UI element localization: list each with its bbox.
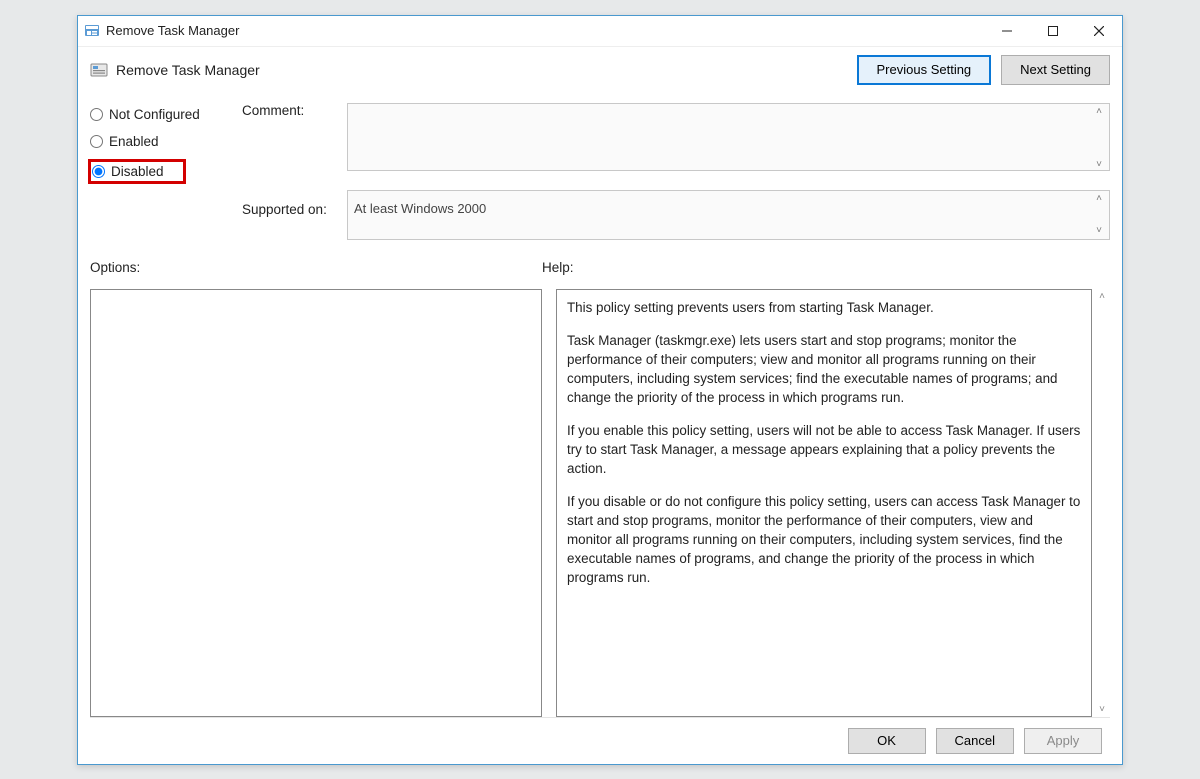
policy-icon	[90, 61, 108, 79]
supported-on-box: At least Windows 2000	[347, 190, 1110, 240]
help-paragraph: Task Manager (taskmgr.exe) lets users st…	[567, 331, 1081, 407]
dialog-footer: OK Cancel Apply	[90, 717, 1110, 764]
policy-name: Remove Task Manager	[116, 62, 260, 78]
state-radio-group: Not Configured Enabled Disabled	[90, 103, 220, 240]
ok-button[interactable]: OK	[848, 728, 926, 754]
radio-disabled-input[interactable]	[92, 165, 105, 178]
radio-enabled[interactable]: Enabled	[90, 134, 220, 149]
supported-scroll-up-icon[interactable]: ˄	[1090, 192, 1108, 206]
comment-textarea[interactable]	[347, 103, 1110, 171]
comment-scroll-down-icon[interactable]: ˅	[1090, 158, 1108, 172]
radio-not-configured-label: Not Configured	[109, 107, 200, 122]
maximize-button[interactable]	[1030, 16, 1076, 46]
comment-label: Comment:	[242, 103, 337, 118]
apply-button[interactable]: Apply	[1024, 728, 1102, 754]
help-paragraph: This policy setting prevents users from …	[567, 298, 1081, 317]
policy-editor-window: Remove Task Manager Remove Task Manager …	[77, 15, 1123, 765]
help-pane: This policy setting prevents users from …	[556, 289, 1092, 717]
radio-enabled-label: Enabled	[109, 134, 159, 149]
help-scroll-down-icon[interactable]: ˅	[1094, 704, 1110, 715]
help-scroll-up-icon[interactable]: ˄	[1094, 291, 1110, 302]
supported-on-value: At least Windows 2000	[354, 201, 486, 216]
help-paragraph: If you enable this policy setting, users…	[567, 421, 1081, 478]
options-section-label: Options:	[90, 260, 542, 275]
header-row: Remove Task Manager Previous Setting Nex…	[90, 55, 1110, 85]
help-paragraph: If you disable or do not configure this …	[567, 492, 1081, 587]
minimize-button[interactable]	[984, 16, 1030, 46]
radio-disabled-label: Disabled	[111, 164, 164, 179]
supported-label: Supported on:	[242, 190, 337, 217]
title-bar: Remove Task Manager	[78, 16, 1122, 47]
next-setting-button[interactable]: Next Setting	[1001, 55, 1110, 85]
app-icon	[84, 23, 100, 39]
help-scrollbar[interactable]: ˄ ˅	[1092, 289, 1110, 717]
radio-not-configured-input[interactable]	[90, 108, 103, 121]
radio-enabled-input[interactable]	[90, 135, 103, 148]
cancel-button[interactable]: Cancel	[936, 728, 1014, 754]
radio-disabled[interactable]: Disabled	[90, 161, 184, 182]
comment-scroll-up-icon[interactable]: ˄	[1090, 105, 1108, 119]
radio-not-configured[interactable]: Not Configured	[90, 107, 220, 122]
help-section-label: Help:	[542, 260, 1110, 275]
supported-scroll-down-icon[interactable]: ˅	[1090, 224, 1108, 238]
previous-setting-button[interactable]: Previous Setting	[857, 55, 992, 85]
options-pane	[90, 289, 542, 717]
close-button[interactable]	[1076, 16, 1122, 46]
window-title: Remove Task Manager	[106, 23, 984, 38]
